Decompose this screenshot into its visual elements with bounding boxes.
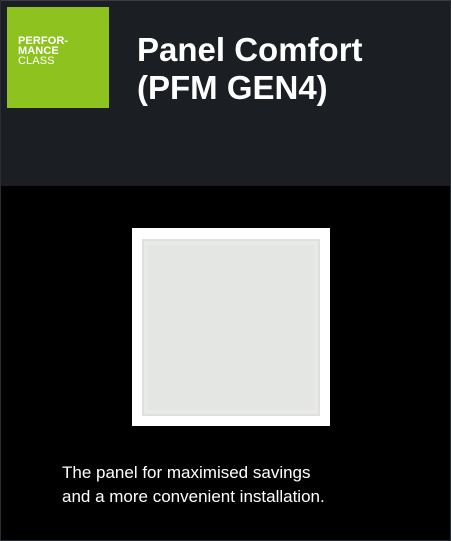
product-title-line-1: Panel Comfort bbox=[137, 31, 363, 68]
card-header: PERFOR- MANCE CLASS Panel Comfort (PFM G… bbox=[1, 0, 450, 186]
product-image[interactable] bbox=[132, 228, 330, 426]
led-panel-surface bbox=[148, 245, 314, 410]
description-line-1: The panel for maximised savings bbox=[62, 463, 311, 482]
description-line-2: and a more convenient installation. bbox=[62, 487, 325, 506]
product-card[interactable]: PERFOR- MANCE CLASS Panel Comfort (PFM G… bbox=[0, 0, 451, 541]
product-title-line-2: (PFM GEN4) bbox=[137, 69, 328, 106]
product-title[interactable]: Panel Comfort (PFM GEN4) bbox=[137, 31, 437, 107]
performance-class-badge: PERFOR- MANCE CLASS bbox=[7, 7, 109, 108]
product-description: The panel for maximised savings and a mo… bbox=[62, 461, 432, 509]
badge-line-3: CLASS bbox=[18, 55, 55, 67]
led-panel-image bbox=[142, 239, 320, 416]
